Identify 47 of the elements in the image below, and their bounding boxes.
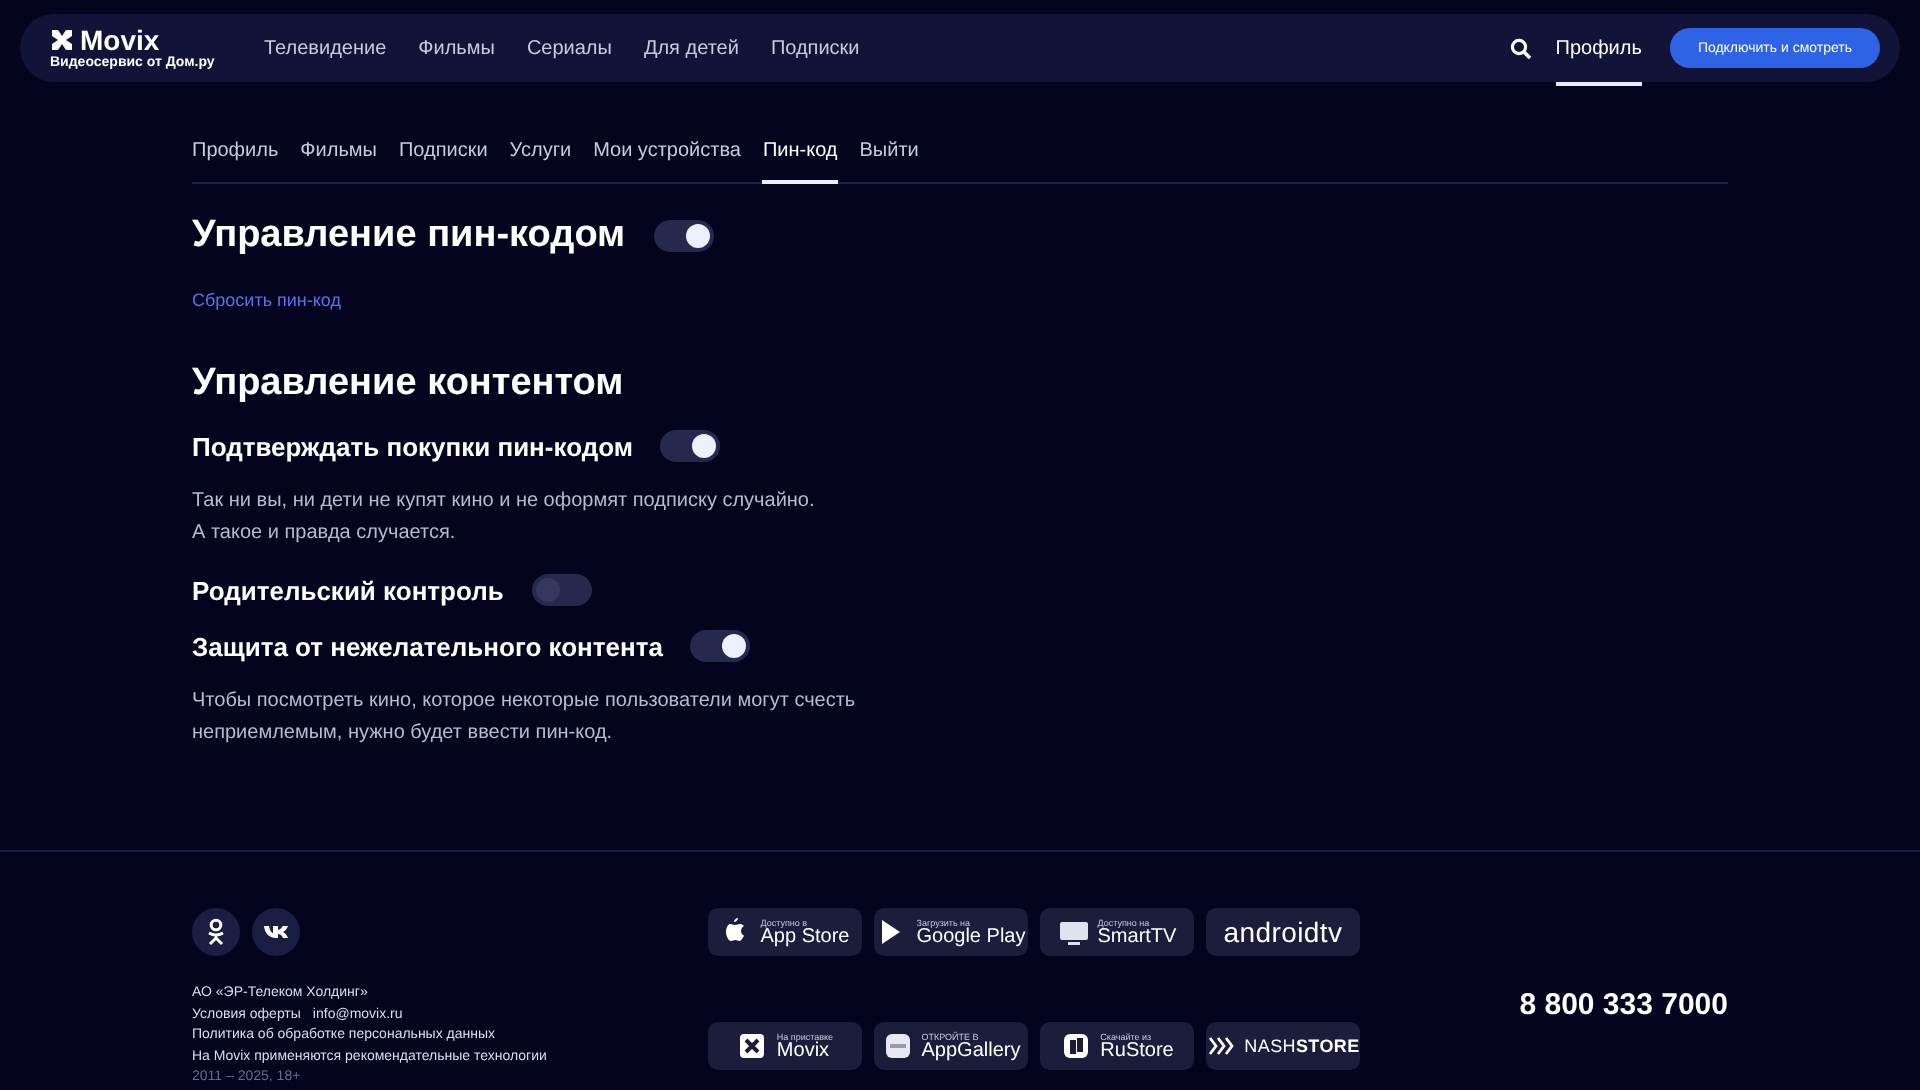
profile-tab[interactable]: Пин-код <box>762 118 838 184</box>
cross-icon <box>736 1030 769 1063</box>
profile-tab[interactable]: Мои устройства <box>593 118 741 184</box>
badge-name: App Store <box>760 927 850 947</box>
section-title: Управление контентом <box>192 362 626 406</box>
toggle-switch[interactable] <box>653 220 714 252</box>
toggle-switch[interactable] <box>660 430 721 462</box>
nav-link[interactable]: Для детей <box>643 37 739 59</box>
store-badge[interactable]: androidtv <box>1206 908 1360 956</box>
badge-name: AppGallery <box>921 1041 1021 1062</box>
section-title: Управление пин-кодом <box>192 214 626 258</box>
phone-number[interactable]: 8 800 333 7000 <box>1519 987 1728 1022</box>
profile-tab[interactable]: Профиль <box>192 118 279 184</box>
person-icon <box>206 918 226 946</box>
logo-icon <box>50 28 74 52</box>
reset-pin-link[interactable]: Сбросить пин-код <box>192 290 341 310</box>
nav-link[interactable]: Подписки <box>770 37 860 59</box>
profile-tab[interactable]: Выйти <box>859 118 919 184</box>
setting-description: Так ни вы, ни дети не купят кино и не оформят подписку случайно. А такое и правда случается. <box>192 488 817 548</box>
setting-label: Родительский контроль <box>192 575 504 605</box>
setting-description: Чтобы посмотреть кино, которое некоторые пользователи могут счесть неприемлемым, нужно будет ввести пин-код. <box>192 688 858 748</box>
badge-name: Movix <box>776 1041 830 1062</box>
logo-text: Movix <box>80 26 160 54</box>
nav-link[interactable]: Телевидение <box>264 37 387 59</box>
profile-tab[interactable]: Услуги <box>509 118 572 184</box>
vk-icon <box>264 924 288 940</box>
social-button[interactable] <box>192 908 240 956</box>
toggle-switch[interactable] <box>531 574 592 606</box>
store-badge[interactable]: NASHSTORE <box>1206 1022 1360 1071</box>
store-icon <box>1060 1030 1093 1063</box>
nav-link[interactable]: Фильмы <box>418 37 495 59</box>
gallery-icon <box>881 1030 914 1063</box>
search-icon <box>1509 37 1532 59</box>
profile-link[interactable]: Профиль <box>1555 11 1642 85</box>
profile-tab[interactable]: Фильмы <box>300 118 377 184</box>
store-wordmark: androidtv <box>1223 916 1343 948</box>
store-wordmark: NASHSTORE <box>1244 1036 1360 1057</box>
nav-link[interactable]: Сериалы <box>526 37 612 59</box>
badge-name: RuStore <box>1100 1041 1174 1062</box>
tv-icon <box>1057 916 1090 948</box>
badge-name: Google Play <box>916 927 1026 947</box>
setting-label: Защита от нежелательного контента <box>192 631 663 661</box>
toggle-switch[interactable] <box>690 630 751 662</box>
social-button[interactable] <box>252 908 300 956</box>
badge-name: SmartTV <box>1097 927 1177 947</box>
profile-tab[interactable]: Подписки <box>398 118 488 184</box>
setting-label: Подтверждать покупки пин-кодом <box>192 431 633 461</box>
